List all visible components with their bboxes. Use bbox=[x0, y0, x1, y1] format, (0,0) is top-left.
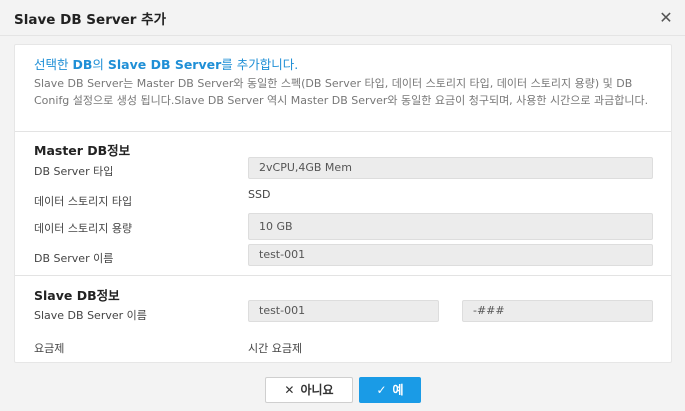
pricing-value: 시간 요금제 bbox=[248, 342, 303, 355]
intro-title: 선택한 DB의 Slave DB Server를 추가합니다. bbox=[34, 54, 298, 73]
slave-section-title: Slave DB정보 bbox=[34, 288, 120, 303]
x-icon: ✕ bbox=[284, 383, 295, 397]
intro-title-mid: 의 bbox=[92, 57, 108, 72]
master-section-title: Master DB정보 bbox=[34, 143, 131, 158]
yes-button[interactable]: ✓ 예 bbox=[359, 377, 421, 403]
intro-title-slave: Slave DB Server bbox=[107, 57, 222, 72]
intro-title-suffix: 를 추가합니다. bbox=[221, 57, 299, 72]
master-storage-size-label: 데이터 스토리지 용량 bbox=[34, 222, 133, 235]
dialog-title: Slave DB Server 추가 bbox=[14, 12, 167, 28]
intro-description: Slave DB Server는 Master DB Server와 동일한 스… bbox=[34, 77, 649, 107]
master-storage-size-field: 10 GB bbox=[248, 213, 653, 240]
master-storage-type-label: 데이터 스토리지 타입 bbox=[34, 195, 133, 208]
intro-title-db: DB bbox=[72, 57, 93, 72]
dialog-header: Slave DB Server 추가 ✕ bbox=[0, 0, 685, 36]
master-server-type-label: DB Server 타입 bbox=[34, 165, 114, 178]
slave-server-name-label: Slave DB Server 이름 bbox=[34, 309, 147, 322]
divider bbox=[15, 131, 671, 132]
check-icon: ✓ bbox=[376, 383, 387, 397]
no-button[interactable]: ✕ 아니요 bbox=[265, 377, 353, 403]
master-server-type-field: 2vCPU,4GB Mem bbox=[248, 157, 653, 179]
slave-server-name-suffix-field: -### bbox=[462, 300, 653, 322]
close-icon[interactable]: ✕ bbox=[657, 9, 675, 27]
dialog-body: 선택한 DB의 Slave DB Server를 추가합니다. Slave DB… bbox=[14, 44, 672, 363]
intro-title-prefix: 선택한 bbox=[34, 57, 73, 72]
master-server-name-field: test-001 bbox=[248, 244, 653, 266]
master-server-name-label: DB Server 이름 bbox=[34, 252, 114, 265]
master-storage-type-value: SSD bbox=[248, 188, 271, 201]
slave-server-name-prefix-field: test-001 bbox=[248, 300, 439, 322]
divider bbox=[15, 275, 671, 276]
pricing-label: 요금제 bbox=[34, 342, 65, 355]
no-button-label: 아니요 bbox=[300, 383, 334, 397]
yes-button-label: 예 bbox=[392, 383, 404, 397]
